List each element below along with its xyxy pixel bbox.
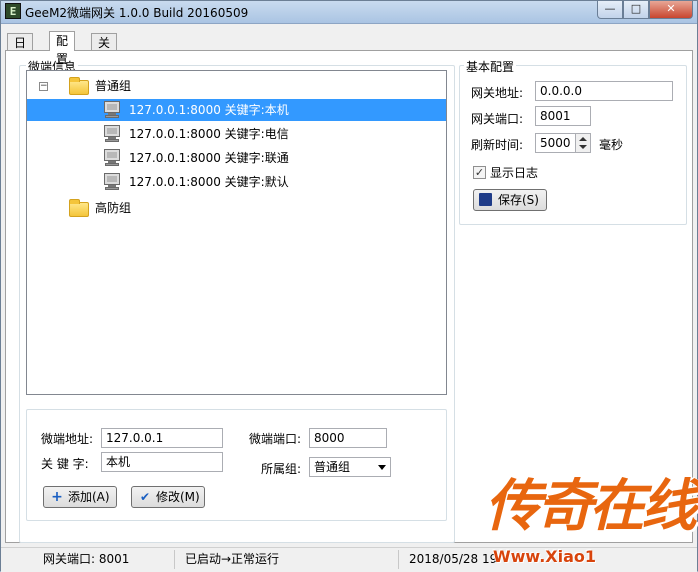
- save-button[interactable]: 保存(S): [473, 189, 547, 211]
- refresh-time-value: 5000: [540, 136, 571, 150]
- tree-item[interactable]: 127.0.0.1:8000 关键字:电信: [27, 123, 446, 145]
- modify-button-label: 修改(M): [156, 490, 200, 504]
- tab-config[interactable]: 配置: [49, 31, 76, 66]
- floppy-disk-icon: [479, 193, 492, 206]
- gateway-port-input[interactable]: 8001: [535, 106, 591, 126]
- watermark-text: 传奇在线: [485, 473, 697, 539]
- port-label: 微端端口:: [249, 432, 302, 446]
- tree-group-label: 普通组: [95, 79, 132, 93]
- maximize-button[interactable]: □: [623, 1, 649, 19]
- plus-icon: +: [51, 489, 63, 505]
- add-button-label: 添加(A): [68, 490, 110, 504]
- title-bar[interactable]: E GeeM2微端网关 1.0.0 Build 20160509 — □ ✕: [1, 1, 697, 24]
- add-button[interactable]: + 添加(A): [43, 486, 117, 508]
- status-running: 已启动→正常运行: [175, 550, 399, 569]
- group-select[interactable]: 普通组: [309, 457, 391, 477]
- group-select-value: 普通组: [314, 460, 351, 474]
- modify-button[interactable]: ✔ 修改(M): [131, 486, 205, 508]
- app-window: E GeeM2微端网关 1.0.0 Build 20160509 — □ ✕ 日…: [0, 0, 698, 572]
- computer-icon: [103, 125, 121, 143]
- microclient-tree[interactable]: − 普通组 127.0.0.1:8000 关键字:本机 127.0.0.1:80…: [26, 70, 447, 395]
- tree-group-highdefense[interactable]: 高防组: [27, 197, 446, 219]
- keyword-label: 关 键 字:: [41, 457, 89, 471]
- refresh-time-label: 刷新时间:: [471, 138, 524, 152]
- gateway-port-label: 网关端口:: [471, 112, 524, 126]
- tab-about[interactable]: 关于: [91, 33, 118, 68]
- tree-item[interactable]: 127.0.0.1:8000 关键字:默认: [27, 171, 446, 193]
- app-icon: E: [5, 3, 21, 19]
- keyword-input[interactable]: 本机: [101, 452, 223, 472]
- tree-item-label: 127.0.0.1:8000 关键字:默认: [129, 175, 289, 189]
- close-button[interactable]: ✕: [649, 1, 693, 19]
- watermark-logo: 传奇在线 Www.Xiao1: [485, 461, 697, 571]
- spinner-icon[interactable]: [575, 134, 590, 152]
- tree-item[interactable]: 127.0.0.1:8000 关键字:联通: [27, 147, 446, 169]
- show-log-label: 显示日志: [490, 166, 539, 180]
- microclient-port-input[interactable]: 8000: [309, 428, 387, 448]
- folder-icon: [69, 199, 89, 217]
- refresh-time-input[interactable]: 5000: [535, 133, 591, 153]
- tree-item-label: 127.0.0.1:8000 关键字:电信: [129, 127, 289, 141]
- tree-group-label: 高防组: [95, 201, 132, 215]
- computer-icon: [103, 173, 121, 191]
- folder-icon: [69, 77, 89, 95]
- watermark-url: Www.Xiao1: [493, 547, 597, 566]
- gateway-address-label: 网关地址:: [471, 86, 524, 100]
- group-label: 所属组:: [261, 462, 302, 476]
- basic-config-title: 基本配置: [464, 58, 517, 75]
- window-title: GeeM2微端网关 1.0.0 Build 20160509: [25, 6, 249, 20]
- tree-item-label: 127.0.0.1:8000 关键字:本机: [129, 103, 289, 117]
- collapse-icon[interactable]: −: [39, 82, 48, 91]
- address-label: 微端地址:: [41, 432, 94, 446]
- check-icon: ✔: [139, 490, 151, 504]
- gateway-address-input[interactable]: 0.0.0.0: [535, 81, 673, 101]
- tree-item[interactable]: 127.0.0.1:8000 关键字:本机: [27, 99, 446, 121]
- show-log-checkbox[interactable]: ✓: [473, 166, 486, 179]
- minimize-button[interactable]: —: [597, 1, 623, 19]
- tree-group-normal[interactable]: − 普通组: [27, 75, 446, 97]
- refresh-unit-label: 毫秒: [599, 138, 624, 152]
- tree-item-label: 127.0.0.1:8000 关键字:联通: [129, 151, 289, 165]
- status-gateway-port: 网关端口: 8001: [7, 550, 175, 569]
- tab-log[interactable]: 日志: [7, 33, 34, 68]
- computer-icon: [103, 149, 121, 167]
- chevron-down-icon: [378, 465, 386, 470]
- microclient-address-input[interactable]: 127.0.0.1: [101, 428, 223, 448]
- save-button-label: 保存(S): [498, 193, 539, 207]
- computer-icon: [103, 101, 121, 119]
